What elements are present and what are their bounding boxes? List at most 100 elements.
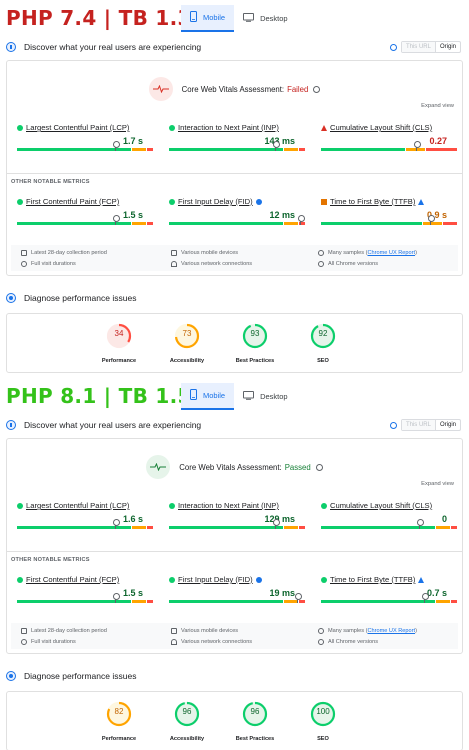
diagnose-header: Diagnose performance issues [0, 667, 469, 687]
ni-segment [132, 222, 146, 225]
metric-name-link[interactable]: Interaction to Next Paint (INP) [169, 123, 279, 132]
score-gauge-performance[interactable]: 82 Performance [89, 700, 149, 748]
metric-value: 1.5 s [122, 210, 143, 220]
distribution-bar [169, 148, 305, 151]
this-url-button[interactable]: This URL [401, 420, 435, 430]
metric-value: 19 ms [269, 588, 295, 598]
distribution-bar [17, 222, 153, 225]
chrome-versions-text: All Chrome versions [328, 261, 379, 267]
metric-name[interactable]: First Input Delay (FID) [178, 575, 253, 584]
metric-name[interactable]: Cumulative Layout Shift (CLS) [330, 123, 432, 132]
score-gauge-accessibility[interactable]: 96 Accessibility [157, 700, 217, 748]
metric-ttfb: Time to First Byte (TTFB) 0.9 s [321, 197, 461, 229]
metric-name-link[interactable]: First Input Delay (FID) [169, 197, 262, 206]
poor-segment [426, 148, 457, 151]
info-icon[interactable] [255, 576, 262, 583]
phone-icon [190, 389, 197, 402]
score-gauge-seo[interactable]: 92 SEO [293, 322, 353, 370]
metric-value: 0.27 [429, 136, 447, 146]
tab-desktop[interactable]: Desktop [234, 383, 297, 410]
metric-name[interactable]: Cumulative Layout Shift (CLS) [330, 501, 432, 510]
p75-marker [112, 141, 120, 151]
chrome-ux-report-link[interactable]: Chrome UX Report [367, 628, 415, 634]
clock-icon [21, 261, 27, 267]
good-circle-icon [169, 576, 175, 583]
network: Various network connections [171, 639, 252, 645]
expand-view-link[interactable]: Expand view [421, 481, 454, 487]
info-icon[interactable] [389, 43, 397, 51]
this-url-button[interactable]: This URL [401, 42, 435, 52]
url-origin-toggle: This URL Origin [389, 41, 461, 53]
tab-mobile[interactable]: Mobile [181, 383, 235, 410]
metric-name[interactable]: Largest Contentful Paint (LCP) [26, 123, 129, 132]
metric-name[interactable]: Interaction to Next Paint (INP) [178, 123, 279, 132]
people-icon [318, 628, 324, 634]
poor-segment [450, 526, 457, 529]
poor-segment [298, 148, 305, 151]
distribution-bar [321, 222, 457, 225]
info-icon[interactable] [255, 198, 262, 205]
metric-lcp: Largest Contentful Paint (LCP) 1.6 s [17, 501, 157, 533]
metric-name-link[interactable]: Time to First Byte (TTFB) [321, 575, 425, 584]
visit-durations-text: Full visit durations [31, 639, 76, 645]
p75-marker [112, 593, 120, 603]
poor-segment [146, 600, 153, 603]
cwv-assessment: Core Web Vitals Assessment: Passed [7, 455, 462, 479]
ni-segment [436, 526, 450, 529]
metric-name-link[interactable]: Time to First Byte (TTFB) [321, 197, 425, 206]
score-value: 96 [182, 707, 192, 716]
phone-icon [190, 11, 197, 24]
metric-name-link[interactable]: Cumulative Layout Shift (CLS) [321, 123, 432, 132]
metric-name[interactable]: First Contentful Paint (FCP) [26, 197, 119, 206]
info-icon[interactable] [389, 421, 397, 429]
metric-name-link[interactable]: Largest Contentful Paint (LCP) [17, 501, 129, 510]
metric-fcp: First Contentful Paint (FCP) 1.5 s [17, 197, 157, 229]
score-gauge-accessibility[interactable]: 73 Accessibility [157, 322, 217, 370]
chrome-ux-report-link[interactable]: Chrome UX Report [367, 250, 415, 256]
metric-name-link[interactable]: First Input Delay (FID) [169, 575, 262, 584]
score-label: SEO [317, 358, 329, 364]
p75-marker [273, 519, 281, 529]
field-data-header: Discover what your real users are experi… [0, 414, 469, 438]
metric-name-link[interactable]: Largest Contentful Paint (LCP) [17, 123, 129, 132]
tab-desktop-label: Desktop [260, 14, 288, 23]
distribution-bar [169, 526, 305, 529]
metric-name[interactable]: First Input Delay (FID) [178, 197, 253, 206]
tab-desktop[interactable]: Desktop [234, 5, 297, 32]
help-icon[interactable] [315, 463, 323, 471]
tab-mobile[interactable]: Mobile [181, 5, 235, 32]
distribution-bar [17, 526, 153, 529]
metric-name[interactable]: Time to First Byte (TTFB) [330, 197, 415, 206]
experimental-flask-icon [418, 576, 425, 583]
report-panel: PHP 7.4 | TB 1.3.0 Mobile Desktop Discov… [0, 0, 469, 373]
score-gauge-performance[interactable]: 34 Performance [89, 322, 149, 370]
users-icon [6, 420, 16, 430]
score-gauge-best-practices[interactable]: 96 Best Practices [225, 700, 285, 748]
metric-name-link[interactable]: Cumulative Layout Shift (CLS) [321, 501, 432, 510]
metric-name-link[interactable]: First Contentful Paint (FCP) [17, 197, 119, 206]
collection-period-text: Latest 28-day collection period [31, 250, 107, 256]
monitor-icon [243, 13, 255, 24]
metric-name[interactable]: Interaction to Next Paint (INP) [178, 501, 279, 510]
poor-segment [298, 600, 305, 603]
diagnose-header: Diagnose performance issues [0, 289, 469, 309]
good-circle-icon [169, 198, 175, 205]
score-value: 34 [114, 329, 124, 338]
expand-view-link[interactable]: Expand view [421, 103, 454, 109]
score-gauge-seo[interactable]: 100 SEO [293, 700, 353, 748]
score-gauge-best-practices[interactable]: 93 Best Practices [225, 322, 285, 370]
metric-name[interactable]: Largest Contentful Paint (LCP) [26, 501, 129, 510]
title-bar: PHP 7.4 | TB 1.3.0 Mobile Desktop [0, 0, 469, 36]
p75-marker [273, 141, 281, 151]
metric-name[interactable]: First Contentful Paint (FCP) [26, 575, 119, 584]
score-value: 92 [318, 329, 328, 338]
distribution-bar [17, 148, 153, 151]
origin-button[interactable]: Origin [434, 42, 460, 52]
metric-value: 1.5 s [122, 588, 143, 598]
metric-name[interactable]: Time to First Byte (TTFB) [330, 575, 415, 584]
samples: Many samples (Chrome UX Report) [318, 250, 417, 256]
metric-name-link[interactable]: Interaction to Next Paint (INP) [169, 501, 279, 510]
origin-button[interactable]: Origin [434, 420, 460, 430]
metric-name-link[interactable]: First Contentful Paint (FCP) [17, 575, 119, 584]
help-icon[interactable] [313, 85, 321, 93]
